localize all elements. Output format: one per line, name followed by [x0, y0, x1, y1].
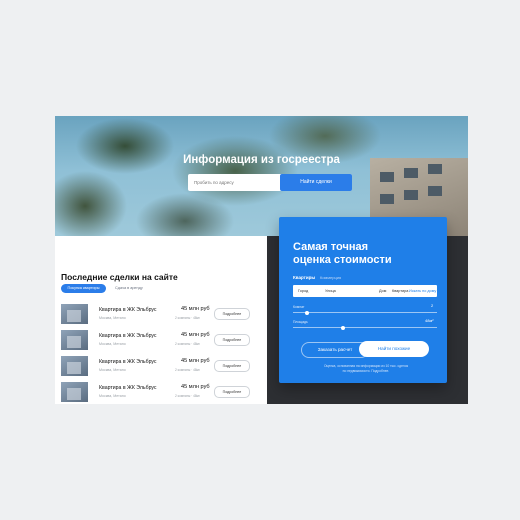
estimate-title-line2: оценка стоимости	[293, 254, 392, 266]
estimate-note-line2: по недвижимости. Подробнее.	[342, 369, 390, 373]
address-search: Найти сделки	[188, 174, 352, 191]
area-slider-handle[interactable]	[341, 325, 346, 330]
listing-price: 45 млн руб	[181, 384, 210, 390]
tab-apartments[interactable]: Квартиры	[293, 275, 315, 280]
landing-page: Информация из госреестра Найти сделки По…	[55, 116, 468, 404]
listing-price: 45 млн руб	[181, 358, 210, 364]
estimate-title-line1: Самая точная	[293, 241, 369, 253]
list-item[interactable]: Квартира в ЖК Эльбрус Москва, Метано 45 …	[61, 330, 250, 350]
recent-deals-title: Последние сделки на сайте	[61, 272, 178, 282]
area-slider[interactable]	[293, 325, 437, 330]
find-similar-button[interactable]: Найти похожие	[359, 341, 429, 357]
apartment-field[interactable]: Квартира	[392, 285, 408, 297]
listing-photo	[61, 382, 88, 402]
details-button[interactable]: Подробнее	[214, 308, 250, 320]
listing-photo	[61, 330, 88, 350]
details-button[interactable]: Подробнее	[214, 386, 250, 398]
tab-buy-apartment[interactable]: Покупка квартиры	[61, 284, 106, 293]
listing-address: Москва, Метано	[99, 394, 126, 398]
listing-title: Квартира в ЖК Эльбрус	[99, 333, 157, 339]
listing-title: Квартира в ЖК Эльбрус	[99, 359, 157, 365]
details-button[interactable]: Подробнее	[214, 360, 250, 372]
address-search-input[interactable]	[194, 174, 274, 191]
listing-meta: 2 комнаты · 48м²	[175, 316, 200, 320]
rooms-value: 2	[431, 303, 434, 308]
listing-address: Москва, Метано	[99, 368, 126, 372]
find-deals-button[interactable]: Найти сделки	[280, 174, 352, 191]
listing-meta: 2 комнаты · 48м²	[175, 342, 200, 346]
rooms-label: Комнат	[293, 305, 305, 309]
street-field[interactable]: Улица	[325, 285, 336, 297]
estimate-title: Самая точная оценка стоимости	[293, 241, 443, 267]
listing-address: Москва, Метано	[99, 316, 126, 320]
house-field[interactable]: Дом	[379, 285, 386, 297]
hero-title: Информация из госреестра	[183, 154, 340, 166]
estimate-note-line1: Оценка, основанная на информации из 10 т…	[323, 364, 409, 368]
city-field[interactable]: Город	[298, 285, 308, 297]
area-value: 48м²	[425, 318, 434, 323]
rooms-slider[interactable]	[293, 310, 437, 315]
estimate-card: Самая точная оценка стоимости Квартиры К…	[279, 217, 447, 383]
details-button[interactable]: Подробнее	[214, 334, 250, 346]
listing-address: Москва, Метано	[99, 342, 126, 346]
listing-price: 45 млн руб	[181, 306, 210, 312]
list-item[interactable]: Квартира в ЖК Эльбрус Москва, Метано 45 …	[61, 304, 250, 324]
listing-price: 45 млн руб	[181, 332, 210, 338]
rooms-slider-handle[interactable]	[305, 310, 310, 315]
listing-photo	[61, 304, 88, 324]
address-fields: Город Улица Дом Квартира Искать по дому	[293, 285, 437, 297]
tab-commercial[interactable]: Коммерция	[320, 275, 341, 280]
listing-photo	[61, 356, 88, 376]
listing-meta: 2 комнаты · 48м²	[175, 368, 200, 372]
listing-title: Квартира в ЖК Эльбрус	[99, 385, 157, 391]
estimate-note: Оценка, основанная на информации из 10 т…	[301, 364, 431, 374]
listing-meta: 2 комнаты · 48м²	[175, 394, 200, 398]
listing-title: Квартира в ЖК Эльбрус	[99, 307, 157, 313]
search-by-house-link[interactable]: Искать по дому	[409, 285, 436, 297]
tab-rent[interactable]: Сдача в аренду	[115, 284, 143, 293]
area-label: Площадь	[293, 320, 308, 324]
list-item[interactable]: Квартира в ЖК Эльбрус Москва, Метано 45 …	[61, 356, 250, 376]
list-item[interactable]: Квартира в ЖК Эльбрус Москва, Метано 45 …	[61, 382, 250, 402]
